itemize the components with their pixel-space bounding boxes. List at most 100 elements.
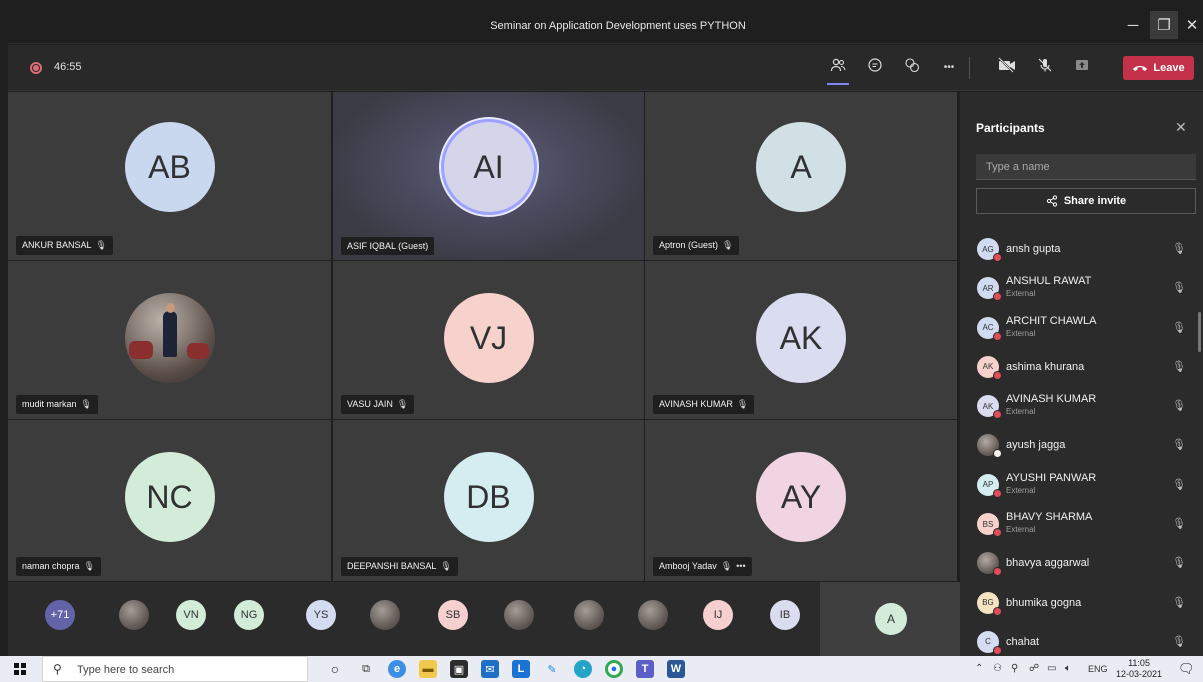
participant-name: naman chopra: [22, 561, 80, 571]
video-tile[interactable]: mudit markan 🎙︎: [8, 261, 331, 419]
tray-mic-icon[interactable]: ⚲: [1011, 663, 1018, 674]
participant-avatar: AC: [977, 316, 1002, 341]
close-window-button[interactable]: ✕: [1178, 11, 1203, 39]
participant-avatar: AR: [977, 277, 1002, 302]
more-options-icon[interactable]: •••: [938, 57, 960, 79]
clock-date: 12-03-2021: [1116, 669, 1163, 679]
minimize-button[interactable]: ─: [1119, 11, 1147, 39]
close-panel-icon[interactable]: ✕: [1175, 119, 1187, 136]
participant-row[interactable]: AR ANSHUL RAWAT External 🎙︎: [960, 269, 1203, 308]
word-icon[interactable]: W: [667, 660, 685, 678]
participant-row[interactable]: AC ARCHIT CHAWLA External 🎙︎: [960, 309, 1203, 348]
reactions-icon[interactable]: [901, 57, 923, 79]
strip-participant-photo[interactable]: [119, 600, 149, 630]
strip-participant-avatar[interactable]: VN: [176, 600, 206, 630]
participant-avatar: BG: [977, 591, 1002, 616]
task-view-icon[interactable]: ⧉: [357, 660, 375, 678]
strip-participant-avatar[interactable]: YS: [306, 600, 336, 630]
participant-name-label: mudit markan 🎙︎: [16, 395, 98, 414]
participant-row[interactable]: ayush jagga 🎙︎: [960, 426, 1203, 465]
share-tray-icon[interactable]: [1071, 57, 1093, 79]
participant-name: chahat: [1006, 635, 1040, 648]
battery-icon[interactable]: ▭: [1047, 663, 1056, 674]
chat-icon[interactable]: [864, 57, 886, 79]
participant-search-input[interactable]: [976, 154, 1196, 180]
camera-off-icon[interactable]: [996, 57, 1018, 79]
strip-participant-avatar[interactable]: IJ: [703, 600, 733, 630]
participant-name: bhumika gogna: [1006, 596, 1082, 609]
panel-scrollbar[interactable]: [1198, 312, 1201, 352]
participant-row[interactable]: bhavya aggarwal 🎙︎: [960, 544, 1203, 583]
strip-participant-photo[interactable]: [638, 600, 668, 630]
participant-row[interactable]: AK ashima khurana 🎙︎: [960, 348, 1203, 387]
file-explorer-icon[interactable]: ▬: [419, 660, 437, 678]
presence-status-icon: [993, 370, 1002, 380]
self-preview-tile[interactable]: A: [820, 582, 960, 656]
edge-legacy-icon[interactable]: e: [388, 660, 406, 678]
language-indicator[interactable]: ENG: [1088, 664, 1108, 674]
participants-icon[interactable]: [827, 57, 849, 79]
mic-muted-icon[interactable]: 🎙︎: [1172, 596, 1186, 609]
mail-icon[interactable]: ✉: [481, 660, 499, 678]
participant-avatar: DB: [443, 452, 534, 542]
participant-row[interactable]: AG ansh gupta 🎙︎: [960, 230, 1203, 269]
maximize-button[interactable]: ❐: [1150, 11, 1178, 39]
more-participants-badge[interactable]: +71: [45, 600, 75, 630]
participant-avatar: NC: [124, 452, 215, 542]
mic-muted-icon[interactable]: 🎙︎: [1172, 635, 1186, 648]
participant-name: VASU JAIN: [347, 399, 393, 409]
edge-icon[interactable]: ◔: [574, 660, 592, 678]
mic-muted-icon[interactable]: 🎙︎: [1172, 281, 1186, 294]
mic-muted-icon[interactable]: 🎙︎: [1172, 478, 1186, 491]
video-tile[interactable]: AB ANKUR BANSAL 🎙︎: [8, 92, 331, 260]
participant-avatar: VJ: [443, 293, 534, 383]
participant-row[interactable]: AP AYUSHI PANWAR External 🎙︎: [960, 466, 1203, 505]
mic-off-icon[interactable]: [1034, 57, 1056, 79]
mic-muted-icon[interactable]: 🎙︎: [1172, 242, 1186, 255]
strip-participant-avatar[interactable]: IB: [770, 600, 800, 630]
mic-muted-icon[interactable]: 🎙︎: [1172, 438, 1186, 451]
cortana-icon[interactable]: ○: [326, 660, 344, 678]
video-tile[interactable]: NC naman chopra 🎙︎: [8, 420, 331, 581]
mic-muted-icon[interactable]: 🎙︎: [1172, 399, 1186, 412]
notification-icon[interactable]: 🗨︎: [1178, 661, 1195, 676]
strip-participant-photo[interactable]: [370, 600, 400, 630]
video-tile[interactable]: AI ASIF IQBAL (Guest): [333, 92, 644, 260]
tile-more-options-icon[interactable]: •••: [736, 561, 745, 571]
windows-taskbar: ⚲ Type here to search ○ ⧉ e ▬ ▣ ✉ L ✎ ◔ …: [0, 656, 1203, 682]
participants-panel: Participants ✕ Share invite AG ansh gupta…: [960, 92, 1203, 656]
strip-participant-avatar[interactable]: SB: [438, 600, 468, 630]
l-app-icon[interactable]: L: [512, 660, 530, 678]
participant-row[interactable]: BG bhumika gogna 🎙︎: [960, 584, 1203, 623]
store-icon[interactable]: ▣: [450, 660, 468, 678]
taskbar-clock[interactable]: 11:05 12-03-2021: [1116, 658, 1162, 680]
video-tile[interactable]: A Aptron (Guest) 🎙︎: [645, 92, 957, 260]
video-tile[interactable]: DB DEEPANSHI BANSAL 🎙︎: [333, 420, 644, 581]
mic-muted-icon: 🎙︎: [440, 561, 452, 571]
leave-button[interactable]: Leave: [1123, 56, 1194, 80]
strip-participant-photo[interactable]: [504, 600, 534, 630]
tray-expand-icon[interactable]: ⌃: [975, 663, 983, 674]
strip-participant-photo[interactable]: [574, 600, 604, 630]
video-tile[interactable]: AY Ambooj Yadav 🎙︎ •••: [645, 420, 957, 581]
taskbar-search-box[interactable]: ⚲ Type here to search: [42, 656, 308, 682]
share-invite-button[interactable]: Share invite: [976, 188, 1196, 214]
teams-icon[interactable]: T: [636, 660, 654, 678]
windows-start-icon[interactable]: [14, 663, 26, 675]
mic-muted-icon[interactable]: 🎙︎: [1172, 360, 1186, 373]
mic-muted-icon[interactable]: 🎙︎: [1172, 556, 1186, 569]
leave-label: Leave: [1153, 62, 1185, 74]
mic-muted-icon[interactable]: 🎙︎: [1172, 517, 1186, 530]
pen-app-icon[interactable]: ✎: [543, 660, 561, 678]
strip-participant-avatar[interactable]: NG: [234, 600, 264, 630]
tray-app-icon[interactable]: ⚇: [993, 663, 1002, 674]
video-tile[interactable]: VJ VASU JAIN 🎙︎: [333, 261, 644, 419]
network-icon[interactable]: ☍: [1029, 663, 1039, 674]
mic-muted-icon[interactable]: 🎙︎: [1172, 321, 1186, 334]
participant-row[interactable]: AK AVINASH KUMAR External 🎙︎: [960, 387, 1203, 426]
chrome-icon[interactable]: ●: [605, 660, 623, 678]
participant-row[interactable]: BS BHAVY SHARMA External 🎙︎: [960, 505, 1203, 544]
mic-muted-icon: 🎙︎: [95, 240, 107, 250]
volume-icon[interactable]: 🔈︎: [1065, 663, 1071, 674]
video-tile[interactable]: AK AVINASH KUMAR 🎙︎: [645, 261, 957, 419]
